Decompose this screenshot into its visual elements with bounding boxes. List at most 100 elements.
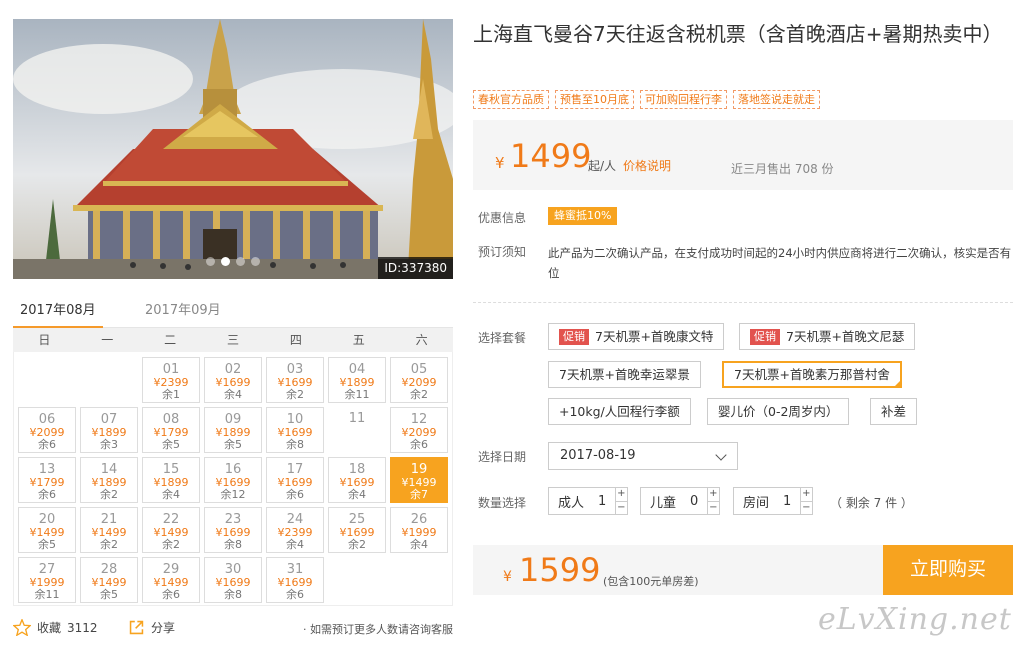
carousel-dot[interactable]	[251, 257, 260, 266]
calendar-day[interactable]: 05 ¥2099 余2	[390, 357, 448, 403]
package-name: 7天机票+首晚素万那普村舍	[734, 367, 890, 382]
tab-month-september[interactable]: 2017年09月	[138, 299, 228, 328]
day-number: 19	[410, 462, 428, 477]
day-number: 29	[162, 562, 180, 577]
promo-flag: 促销	[750, 329, 780, 345]
calendar-day[interactable]: 13 ¥1799 余6	[18, 457, 76, 503]
total-currency: ¥	[503, 569, 512, 585]
product-tags: 春秋官方品质 预售至10月底 可加购回程行李 落地签说走就走	[473, 90, 820, 109]
day-number: 12	[410, 412, 428, 427]
tab-month-august[interactable]: 2017年08月	[13, 299, 103, 329]
day-remaining: 余12	[220, 488, 246, 501]
favorite-label: 收藏	[37, 621, 62, 635]
chevron-down-icon	[715, 449, 727, 461]
product-photo[interactable]: ID:337380	[13, 19, 453, 279]
day-remaining: 余2	[410, 388, 428, 401]
share-button[interactable]: 分享	[128, 619, 175, 636]
calendar-day[interactable]: 23 ¥1699 余8	[204, 507, 262, 553]
calendar-day[interactable]: 17 ¥1699 余6	[266, 457, 324, 503]
calendar-day[interactable]: 03 ¥1699 余2	[266, 357, 324, 403]
plus-icon[interactable]: +	[707, 488, 719, 502]
calendar-day[interactable]: 02 ¥1699 余4	[204, 357, 262, 403]
calendar-day[interactable]: 06 ¥2099 余6	[18, 407, 76, 453]
calendar-day[interactable]: 22 ¥1499 余2	[142, 507, 200, 553]
calendar-day[interactable]: 29 ¥1499 余6	[142, 557, 200, 603]
calendar-day[interactable]: 16 ¥1699 余12	[204, 457, 262, 503]
day-number: 03	[286, 362, 304, 377]
day-remaining: 余5	[224, 438, 242, 451]
price-explain-link[interactable]: 价格说明	[623, 157, 671, 174]
calendar-day[interactable]: 12 ¥2099 余6	[390, 407, 448, 453]
calendar-day[interactable]: 24 ¥2399 余4	[266, 507, 324, 553]
minus-icon[interactable]: −	[616, 502, 627, 515]
day-remaining: 余4	[348, 488, 366, 501]
child-value[interactable]: 0	[685, 494, 702, 509]
day-number: 28	[100, 562, 118, 577]
calendar-day-selected[interactable]: 19 ¥1499 余7	[390, 457, 448, 503]
calendar-day[interactable]: 14 ¥1899 余2	[80, 457, 138, 503]
room-label: 房间	[743, 495, 770, 511]
favorite-count: 3112	[67, 620, 98, 635]
day-remaining: 余6	[286, 488, 304, 501]
package-option-2[interactable]: 促销 7天机票+首晚文尼瑟	[739, 323, 916, 350]
total-note: (包含100元单房差)	[603, 575, 699, 588]
calendar-day[interactable]: 30 ¥1699 余8	[204, 557, 262, 603]
product-tag: 预售至10月底	[555, 90, 634, 109]
calendar-day[interactable]: 25 ¥1699 余2	[328, 507, 386, 553]
room-value[interactable]: 1	[778, 494, 795, 509]
day-number: 16	[224, 462, 242, 477]
package-option-7[interactable]: 补差	[870, 398, 918, 425]
day-remaining: 余1	[162, 388, 180, 401]
favorite-button[interactable]: 收藏 3112	[13, 619, 98, 636]
product-title: 上海直飞曼谷7天往返含税机票（含首晚酒店+暑期热卖中）	[473, 22, 1003, 46]
package-name: +10kg/人回程行李额	[559, 404, 680, 419]
calendar-day[interactable]: 04 ¥1899 余11	[328, 357, 386, 403]
calendar-day[interactable]: 15 ¥1899 余4	[142, 457, 200, 503]
calendar-day[interactable]: 21 ¥1499 余2	[80, 507, 138, 553]
buy-now-button[interactable]: 立即购买	[883, 545, 1013, 595]
plus-icon[interactable]: +	[615, 488, 627, 502]
day-number: 22	[162, 512, 180, 527]
minus-icon[interactable]: −	[708, 502, 719, 515]
carousel-dot[interactable]	[206, 257, 215, 266]
calendar-day[interactable]: 20 ¥1499 余5	[18, 507, 76, 553]
calendar-day[interactable]: 27 ¥1999 余11	[18, 557, 76, 603]
weekday-mon: 一	[101, 333, 114, 347]
package-name: 7天机票+首晚幸运翠景	[559, 367, 690, 382]
photo-id-label: ID:337380	[378, 257, 453, 279]
day-remaining: 余8	[224, 588, 242, 601]
day-remaining: 余4	[162, 488, 180, 501]
package-option-4-selected[interactable]: 7天机票+首晚素万那普村舍	[722, 361, 902, 388]
day-remaining: 余7	[410, 488, 428, 501]
calendar-day[interactable]: 31 ¥1699 余6	[266, 557, 324, 603]
adult-value[interactable]: 1	[593, 494, 610, 509]
day-remaining: 余5	[100, 588, 118, 601]
day-number: 14	[100, 462, 118, 477]
day-remaining: 余4	[286, 538, 304, 551]
group-booking-hint: · 如需预订更多人数请咨询客服	[303, 623, 453, 636]
calendar-day[interactable]: 28 ¥1499 余5	[80, 557, 138, 603]
calendar-weekday-header: 日 一 二 三 四 五 六	[13, 328, 453, 352]
carousel-dot[interactable]	[236, 257, 245, 266]
divider	[473, 302, 1013, 303]
calendar-day[interactable]: 10 ¥1699 余8	[266, 407, 324, 453]
calendar-day[interactable]: 09 ¥1899 余5	[204, 407, 262, 453]
day-number: 02	[224, 362, 242, 377]
package-option-1[interactable]: 促销 7天机票+首晚康文特	[548, 323, 725, 350]
carousel-dot-active[interactable]	[221, 257, 230, 266]
date-select[interactable]: 2017-08-19	[548, 442, 738, 470]
package-option-3[interactable]: 7天机票+首晚幸运翠景	[548, 361, 701, 388]
calendar-grid: 01 ¥2399 余1 02 ¥1699 余4 03 ¥1699 余2 04 ¥1899 余11 05 ¥…	[13, 352, 453, 606]
plus-icon[interactable]: +	[800, 488, 812, 502]
calendar-day[interactable]: 01 ¥2399 余1	[142, 357, 200, 403]
package-option-6[interactable]: 婴儿价（0-2周岁内）	[707, 398, 850, 425]
calendar-day[interactable]: 08 ¥1799 余5	[142, 407, 200, 453]
price-amount: 1499	[510, 137, 592, 175]
day-number: 24	[286, 512, 304, 527]
calendar-day[interactable]: 26 ¥1999 余4	[390, 507, 448, 553]
package-option-5[interactable]: +10kg/人回程行李额	[548, 398, 691, 425]
minus-icon[interactable]: −	[801, 502, 812, 515]
day-remaining: 余5	[38, 538, 56, 551]
calendar-day[interactable]: 07 ¥1899 余3	[80, 407, 138, 453]
calendar-day[interactable]: 18 ¥1699 余4	[328, 457, 386, 503]
